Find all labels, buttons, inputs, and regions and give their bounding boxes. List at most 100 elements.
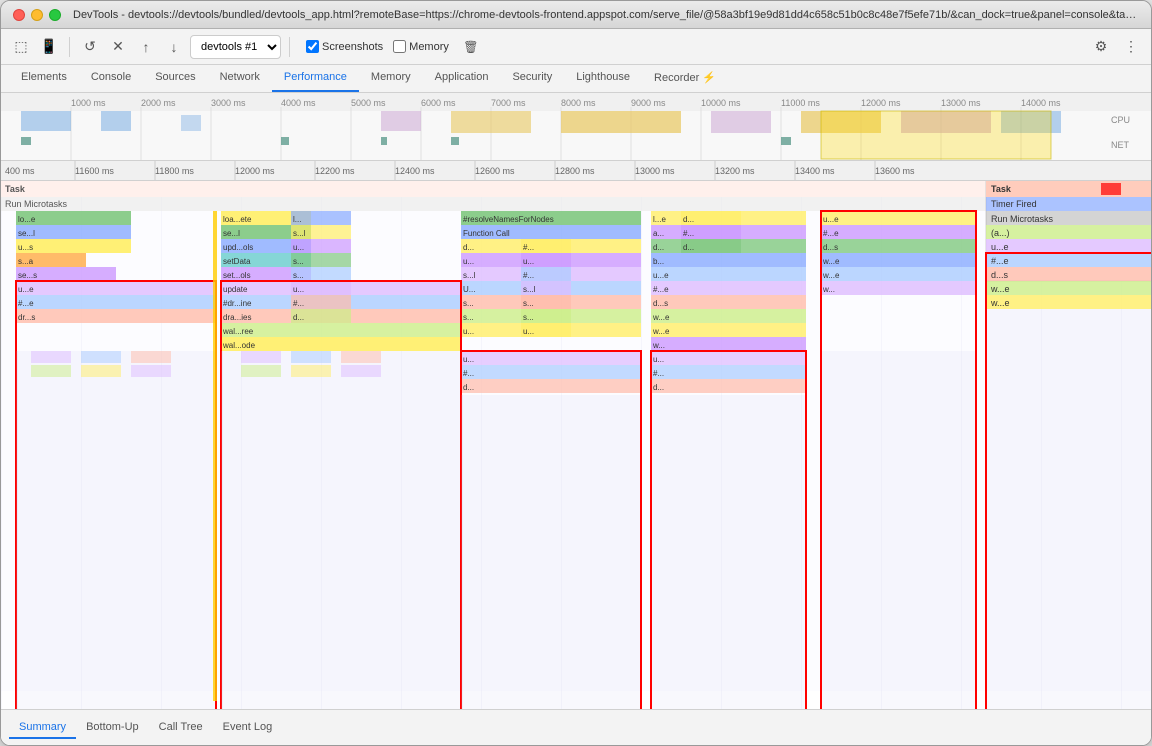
svg-text:se...s: se...s [18,271,37,280]
svg-text:u...: u... [463,257,474,266]
svg-text:loa...ete: loa...ete [223,215,252,224]
tab-application[interactable]: Application [423,64,501,92]
svg-text:d...: d... [653,383,664,392]
svg-text:9000 ms: 9000 ms [631,98,666,108]
timeline-overview[interactable]: 1000 ms 2000 ms 3000 ms 4000 ms 5000 ms … [1,93,1151,161]
svg-text:#...: #... [463,369,474,378]
trash-button[interactable]: 🗑 [459,35,483,59]
forward-button[interactable]: ↑ [134,35,158,59]
svg-text:#...e: #...e [653,285,669,294]
svg-text:u...e: u...e [991,242,1009,252]
svg-text:s...: s... [293,257,304,266]
svg-text:11000 ms: 11000 ms [781,98,820,108]
svg-text:Timer Fired: Timer Fired [991,199,1037,209]
checkbox-group: Screenshots Memory 🗑 [306,35,483,59]
main-content: 1000 ms 2000 ms 3000 ms 4000 ms 5000 ms … [1,93,1151,745]
svg-text:6000 ms: 6000 ms [421,98,456,108]
svg-text:4000 ms: 4000 ms [281,98,316,108]
svg-text:7000 ms: 7000 ms [491,98,526,108]
svg-text:14000 ms: 14000 ms [1021,98,1061,108]
back-button[interactable]: ✕ [106,35,130,59]
svg-text:w...: w... [652,341,665,350]
reload-button[interactable]: ↺ [78,35,102,59]
svg-text:d...s: d...s [823,243,838,252]
svg-text:u...s: u...s [18,243,33,252]
inspect-button[interactable]: ⬚ [9,35,33,59]
bottom-tab-summary[interactable]: Summary [9,717,76,739]
svg-text:8000 ms: 8000 ms [561,98,596,108]
bottom-panel: Summary Bottom-Up Call Tree Event Log [1,709,1151,745]
svg-text:u...e: u...e [823,215,839,224]
svg-text:dr...s: dr...s [18,313,35,322]
svg-text:12000 ms: 12000 ms [861,98,901,108]
svg-text:s...l: s...l [523,285,536,294]
tab-performance[interactable]: Performance [272,64,359,92]
tab-elements[interactable]: Elements [9,64,79,92]
svg-text:b...: b... [653,257,664,266]
toolbar-sep-2 [289,37,290,57]
detail-ruler-svg: 400 ms 11600 ms 11800 ms 12000 ms 12200 … [1,161,1151,181]
svg-text:d...: d... [683,243,694,252]
svg-text:13600 ms: 13600 ms [875,166,915,176]
svg-text:u...: u... [293,285,304,294]
device-mode-button[interactable]: 📱 [37,35,61,59]
window-title: DevTools - devtools://devtools/bundled/d… [73,9,1139,21]
bottom-tab-bottomup[interactable]: Bottom-Up [76,717,149,739]
svg-text:u...: u... [523,257,534,266]
svg-text:upd...ols: upd...ols [223,243,253,252]
toolbar-right: ⚙ ⋮ [1089,35,1143,59]
svg-text:u...: u... [463,327,474,336]
svg-text:U...: U... [463,285,475,294]
svg-text:setData: setData [223,257,251,266]
tab-network[interactable]: Network [208,64,272,92]
more-button[interactable]: ⋮ [1119,35,1143,59]
svg-text:10000 ms: 10000 ms [701,98,741,108]
screenshots-checkbox-label[interactable]: Screenshots [306,40,383,53]
flame-chart-area[interactable]: Task Run Microtasks lo...e se...l u...s [1,181,1151,709]
svg-text:u...e: u...e [18,285,34,294]
maximize-button[interactable] [49,9,61,21]
close-button[interactable] [13,9,25,21]
svg-text:l...: l... [293,215,301,224]
svg-text:w...e: w...e [990,298,1010,308]
svg-text:#...: #... [523,271,534,280]
svg-text:w...e: w...e [652,327,670,336]
bottom-tab-calltree[interactable]: Call Tree [149,717,213,739]
tab-recorder[interactable]: Recorder ⚡ [642,64,728,92]
bottom-tab-eventlog[interactable]: Event Log [213,717,283,739]
svg-text:s...: s... [523,313,534,322]
svg-text:Run Microtasks: Run Microtasks [5,199,68,209]
tab-sources[interactable]: Sources [143,64,207,92]
svg-text:Run Microtasks: Run Microtasks [991,214,1054,224]
svg-text:Function Call: Function Call [463,229,510,238]
svg-text:u...: u... [523,327,534,336]
svg-text:400 ms: 400 ms [5,166,35,176]
svg-text:u...: u... [463,355,474,364]
timeline-detail-ruler: 400 ms 11600 ms 11800 ms 12000 ms 12200 … [1,161,1151,181]
tab-console[interactable]: Console [79,64,143,92]
tab-lighthouse[interactable]: Lighthouse [564,64,642,92]
svg-text:s...l: s...l [463,271,476,280]
svg-text:#...: #... [683,229,694,238]
svg-text:w...: w... [822,285,835,294]
svg-text:s...: s... [463,299,474,308]
svg-text:NET: NET [1111,140,1130,150]
memory-checkbox[interactable] [393,40,406,53]
memory-checkbox-label[interactable]: Memory [393,40,449,53]
tab-memory[interactable]: Memory [359,64,423,92]
settings-button[interactable]: ⚙ [1089,35,1113,59]
svg-text:2000 ms: 2000 ms [141,98,176,108]
download-button[interactable]: ↓ [162,35,186,59]
svg-text:12000 ms: 12000 ms [235,166,275,176]
svg-text:u...e: u...e [653,271,669,280]
device-selector[interactable]: devtools #1 [190,35,281,59]
svg-text:dra...ies: dra...ies [223,313,251,322]
screenshots-checkbox[interactable] [306,40,319,53]
svg-text:5000 ms: 5000 ms [351,98,386,108]
svg-text:wal...ree: wal...ree [222,327,254,336]
svg-text:s...: s... [463,313,474,322]
minimize-button[interactable] [31,9,43,21]
svg-text:11800 ms: 11800 ms [155,166,194,176]
svg-text:#...e: #...e [991,256,1009,266]
tab-security[interactable]: Security [500,64,564,92]
